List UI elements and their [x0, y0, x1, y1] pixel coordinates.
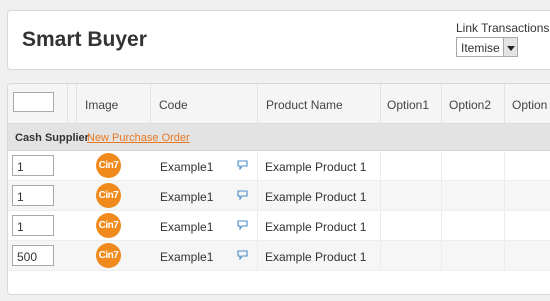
product-code: Example1: [160, 190, 214, 204]
new-purchase-order-link[interactable]: New Purchase Order: [87, 132, 190, 144]
column-divider: [441, 181, 442, 211]
column-divider: [504, 151, 505, 181]
column-divider: [441, 211, 442, 241]
table-header: Image Code Product Name Option1 Option2 …: [8, 84, 550, 124]
comment-icon[interactable]: [237, 190, 248, 200]
supplier-group-row: Cash Supplier New Purchase Order: [8, 124, 550, 151]
column-divider: [257, 151, 258, 181]
column-divider: [504, 84, 505, 124]
comment-icon[interactable]: [237, 160, 248, 170]
column-divider: [380, 181, 381, 211]
link-transactions-value: Itemise: [461, 41, 500, 55]
column-divider: [504, 181, 505, 211]
column-divider: [257, 241, 258, 271]
product-code: Example1: [160, 160, 214, 174]
product-image: Cin7: [96, 213, 121, 238]
link-transactions-label: Link Transactions: [456, 21, 550, 35]
column-header-option3[interactable]: Option: [512, 98, 547, 112]
column-divider: [380, 241, 381, 271]
column-header-product-name[interactable]: Product Name: [266, 98, 343, 112]
product-name: Example Product 1: [265, 250, 367, 264]
table-row: Cin7 Example1 Example Product 1: [8, 211, 550, 241]
product-name: Example Product 1: [265, 190, 367, 204]
product-code: Example1: [160, 250, 214, 264]
column-divider: [67, 84, 68, 124]
column-header-code[interactable]: Code: [159, 98, 188, 112]
column-divider: [380, 211, 381, 241]
column-divider: [380, 84, 381, 124]
link-transactions-select[interactable]: Itemise: [456, 37, 518, 57]
quantity-input[interactable]: [12, 155, 54, 176]
column-divider: [257, 84, 258, 124]
table-row: Cin7 Example1 Example Product 1: [8, 241, 550, 271]
column-divider: [504, 241, 505, 271]
products-table: Image Code Product Name Option1 Option2 …: [7, 83, 550, 295]
table-row: Cin7 Example1 Example Product 1: [8, 181, 550, 211]
column-divider: [441, 84, 442, 124]
header-panel: Smart Buyer Link Transactions Itemise: [7, 10, 550, 70]
chevron-down-icon[interactable]: [503, 38, 517, 56]
filter-input[interactable]: [13, 92, 54, 112]
column-divider: [441, 151, 442, 181]
column-divider: [257, 181, 258, 211]
quantity-input[interactable]: [12, 245, 54, 266]
column-divider: [504, 211, 505, 241]
comment-icon[interactable]: [237, 220, 248, 230]
quantity-input[interactable]: [12, 215, 54, 236]
product-image: Cin7: [96, 243, 121, 268]
column-header-option1[interactable]: Option1: [387, 98, 429, 112]
product-name: Example Product 1: [265, 220, 367, 234]
quantity-input[interactable]: [12, 185, 54, 206]
table-row: Cin7 Example1 Example Product 1: [8, 151, 550, 181]
product-name: Example Product 1: [265, 160, 367, 174]
product-image: Cin7: [96, 183, 121, 208]
column-divider: [76, 84, 77, 124]
product-image: Cin7: [96, 153, 121, 178]
product-code: Example1: [160, 220, 214, 234]
column-divider: [257, 211, 258, 241]
page-title: Smart Buyer: [22, 28, 147, 51]
column-divider: [380, 151, 381, 181]
column-header-option2[interactable]: Option2: [449, 98, 491, 112]
comment-icon[interactable]: [237, 250, 248, 260]
column-divider: [441, 241, 442, 271]
column-header-image[interactable]: Image: [85, 98, 118, 112]
column-divider: [150, 84, 151, 124]
supplier-name: Cash Supplier: [15, 132, 89, 144]
